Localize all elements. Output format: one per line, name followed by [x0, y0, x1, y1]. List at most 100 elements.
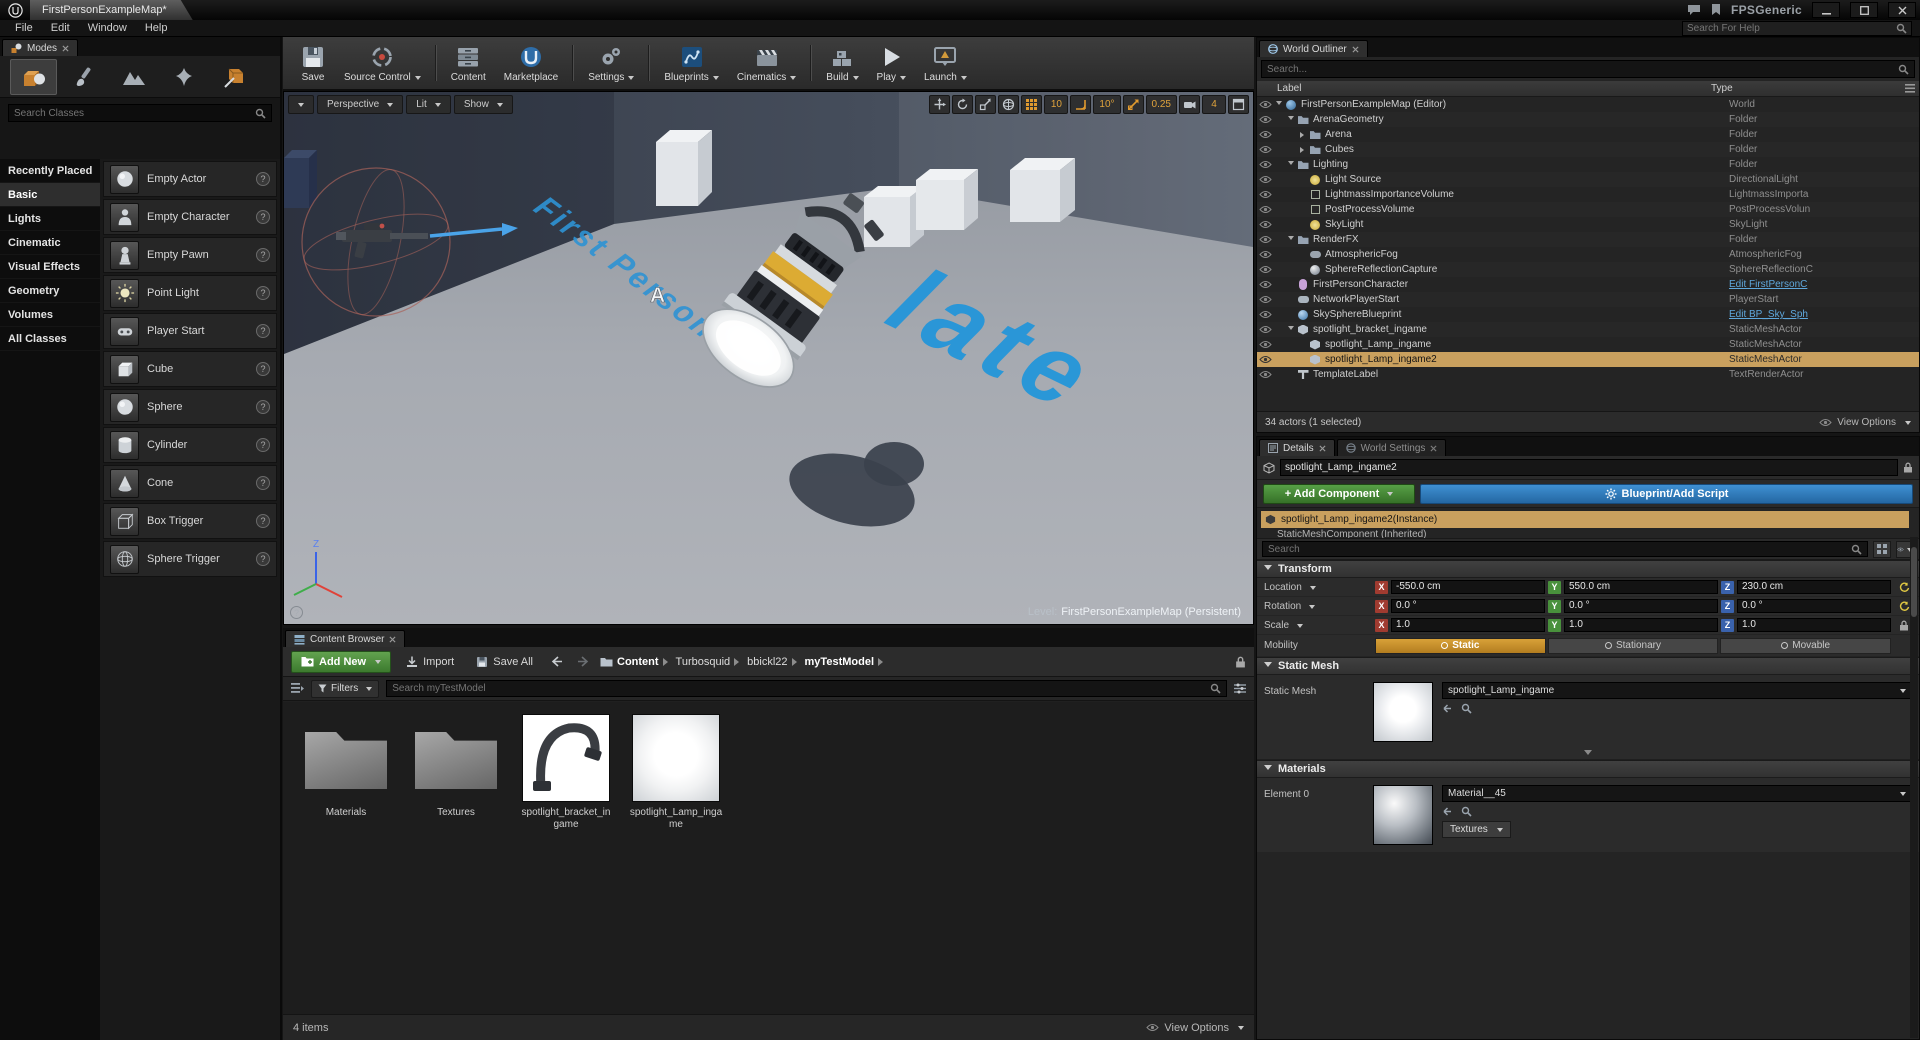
breadcrumb-bbickl22[interactable]: bbickl22	[747, 656, 787, 668]
placeable-box-trigger[interactable]: Box Trigger?	[103, 503, 277, 539]
help-icon[interactable]: ?	[256, 324, 270, 338]
visibility-eye-icon[interactable]	[1257, 100, 1274, 109]
mobility-movable-button[interactable]: Movable	[1720, 638, 1891, 654]
scale-z-field[interactable]: 1.0	[1737, 618, 1891, 632]
outliner-row[interactable]: NetworkPlayerStartPlayerStart	[1257, 292, 1919, 307]
use-selected-asset-icon[interactable]	[1442, 806, 1453, 817]
help-icon[interactable]: ?	[256, 514, 270, 528]
perspective-button[interactable]: Perspective	[317, 95, 403, 114]
category-geometry[interactable]: Geometry	[0, 279, 100, 303]
transform-section-header[interactable]: Transform	[1257, 560, 1919, 578]
placeable-sphere-trigger[interactable]: Sphere Trigger?	[103, 541, 277, 577]
material-thumbnail[interactable]	[1373, 785, 1433, 845]
rotation-z-field[interactable]: 0.0 °	[1737, 599, 1891, 613]
help-icon[interactable]: ?	[256, 476, 270, 490]
help-search-input[interactable]	[1687, 23, 1892, 34]
category-recently-placed[interactable]: Recently Placed	[0, 159, 100, 183]
category-cinematic[interactable]: Cinematic	[0, 231, 100, 255]
category-volumes[interactable]: Volumes	[0, 303, 100, 327]
category-lights[interactable]: Lights	[0, 207, 100, 231]
view-settings-icon[interactable]	[1234, 683, 1246, 694]
visibility-eye-icon[interactable]	[1257, 145, 1274, 154]
outliner-row[interactable]: ArenaGeometryFolder	[1257, 112, 1919, 127]
outliner-row[interactable]: LightingFolder	[1257, 157, 1919, 172]
category-all-classes[interactable]: All Classes	[0, 327, 100, 351]
mobility-stationary-button[interactable]: Stationary	[1548, 638, 1719, 654]
close-button[interactable]	[1888, 2, 1916, 18]
asset-search-input[interactable]	[392, 683, 1206, 694]
white-cube-far-right[interactable]	[1010, 158, 1075, 222]
visibility-eye-icon[interactable]	[1257, 340, 1274, 349]
tab-modes[interactable]: Modes	[2, 39, 78, 56]
details-scrollbar[interactable]	[1910, 537, 1918, 1038]
placeable-cone[interactable]: Cone?	[103, 465, 277, 501]
materials-section-header[interactable]: Materials	[1257, 760, 1919, 778]
location-y-field[interactable]: 550.0 cm	[1564, 580, 1718, 594]
visibility-eye-icon[interactable]	[1257, 295, 1274, 304]
rotation-snap-value[interactable]: 10°	[1093, 95, 1120, 114]
viewport-scene[interactable]: First Person late	[284, 92, 1253, 624]
visibility-eye-icon[interactable]	[1257, 175, 1274, 184]
blueprint-add-script-button[interactable]: Blueprint/Add Script	[1420, 484, 1913, 504]
location-z-field[interactable]: 230.0 cm	[1737, 580, 1891, 594]
white-cube-tall[interactable]	[656, 130, 712, 206]
component-row-inherited[interactable]: StaticMeshComponent (Inherited)	[1257, 528, 1919, 538]
visibility-eye-icon[interactable]	[1257, 325, 1274, 334]
maximize-viewport-button[interactable]	[1228, 95, 1249, 114]
viewport-options-button[interactable]	[288, 95, 314, 114]
scale-tool-button[interactable]	[975, 95, 996, 114]
expander-icon[interactable]	[1286, 326, 1296, 333]
launch-button[interactable]: Launch	[915, 39, 976, 87]
player-start-marker[interactable]: A	[650, 284, 665, 307]
outliner-row[interactable]: SphereReflectionCaptureSphereReflectionC	[1257, 262, 1919, 277]
expander-icon[interactable]	[1298, 147, 1308, 153]
lock-icon[interactable]	[1235, 656, 1246, 668]
help-icon[interactable]: ?	[256, 438, 270, 452]
tab-details[interactable]: Details	[1259, 439, 1335, 456]
scrollbar-thumb[interactable]	[1911, 547, 1917, 617]
camera-speed-value[interactable]: 4	[1202, 95, 1226, 114]
outliner-row[interactable]: SkySphereBlueprintEdit BP_Sky_Sph	[1257, 307, 1919, 322]
mode-foliage-button[interactable]	[160, 59, 207, 95]
outliner-search-input[interactable]	[1267, 64, 1894, 75]
grid-snap-toggle[interactable]	[1021, 95, 1042, 114]
property-matrix-icon[interactable]	[1873, 541, 1891, 558]
outliner-row[interactable]: PostProcessVolumePostProcessVolun	[1257, 202, 1919, 217]
content-button[interactable]: Content	[442, 39, 495, 87]
save-button[interactable]: Save	[291, 39, 335, 87]
tab-world-settings[interactable]: World Settings	[1337, 439, 1447, 456]
close-icon[interactable]	[1319, 445, 1326, 452]
scale-x-field[interactable]: 1.0	[1391, 618, 1545, 632]
white-cube-pair-right[interactable]	[916, 169, 978, 230]
menu-file[interactable]: File	[6, 20, 42, 36]
category-visual-effects[interactable]: Visual Effects	[0, 255, 100, 279]
show-button[interactable]: Show	[454, 95, 513, 114]
scale-snap-value[interactable]: 0.25	[1146, 95, 1177, 114]
component-row-selected[interactable]: spotlight_Lamp_ingame2(Instance)	[1261, 511, 1909, 528]
outliner-row[interactable]: AtmosphericFogAtmosphericFog	[1257, 247, 1919, 262]
visibility-eye-icon[interactable]	[1257, 370, 1274, 379]
visibility-eye-icon[interactable]	[1257, 265, 1274, 274]
rotation-y-field[interactable]: 0.0 °	[1564, 599, 1718, 613]
mode-place-button[interactable]	[10, 59, 57, 95]
placeable-empty-pawn[interactable]: Empty Pawn?	[103, 237, 277, 273]
help-icon[interactable]: ?	[256, 248, 270, 262]
help-icon[interactable]: ?	[256, 362, 270, 376]
rotation-x-field[interactable]: 0.0 °	[1391, 599, 1545, 613]
settings-button[interactable]: Settings	[579, 39, 643, 87]
placeable-empty-actor[interactable]: Empty Actor?	[103, 161, 277, 197]
blueprints-button[interactable]: Blueprints	[655, 39, 727, 87]
flag-icon[interactable]	[1711, 4, 1721, 16]
expander-icon[interactable]	[1274, 101, 1284, 108]
visibility-eye-icon[interactable]	[1257, 250, 1274, 259]
textures-dropdown-button[interactable]: Textures	[1442, 821, 1511, 838]
expander-icon[interactable]	[1298, 132, 1308, 138]
chat-icon[interactable]	[1687, 4, 1701, 16]
placeable-player-start[interactable]: Player Start?	[103, 313, 277, 349]
lit-button[interactable]: Lit	[406, 95, 451, 114]
document-tab[interactable]: FirstPersonExampleMap*	[30, 0, 193, 20]
static-mesh-section-header[interactable]: Static Mesh	[1257, 657, 1919, 675]
back-button[interactable]	[548, 653, 566, 671]
save-all-button[interactable]: Save All	[469, 651, 540, 673]
outliner-row[interactable]: TemplateLabelTextRenderActor	[1257, 367, 1919, 382]
